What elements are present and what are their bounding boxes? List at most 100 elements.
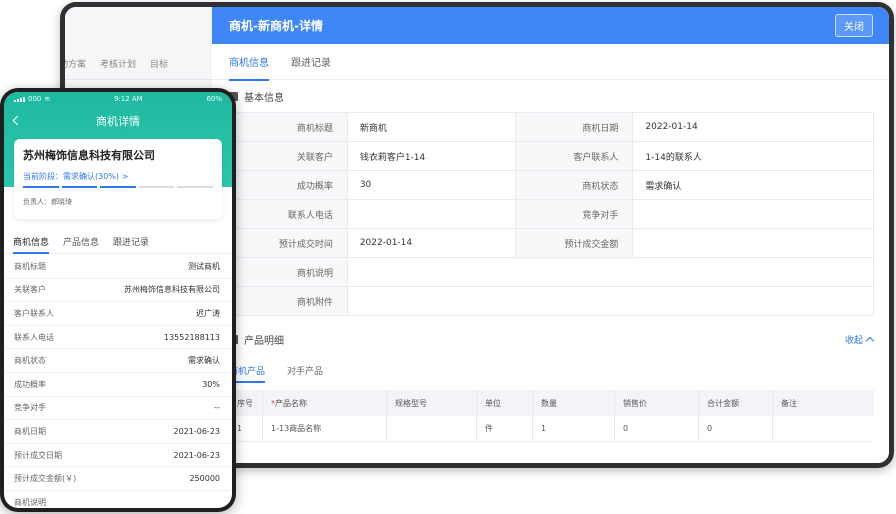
progress-segment [61,186,98,188]
field-value [348,258,874,287]
field-value: 苏州梅饰信息科技有限公司 [124,285,220,295]
background-tab[interactable]: 动方案 [65,57,86,77]
field-value: 需求确认 [633,171,874,200]
table-cell: 0 [615,416,699,441]
signal-icon [14,96,25,102]
table-header-row: 序号 * 产品名称 规格型号 单位 数量 销售价 合计金额 备注 [229,390,874,416]
field-value: 新商机 [347,113,516,142]
background-tab[interactable]: 考核计划 [100,57,136,77]
field-label: 商机说明 [14,497,46,507]
field-value: 钱衣莉客户1-14 [347,142,516,171]
battery-label: 60% [206,95,222,103]
table-cell: 0 [699,416,773,441]
list-item: 商机状态 需求确认 [4,349,232,373]
chevron-up-icon [865,336,875,345]
list-item: 商机标题 测试商机 [4,255,232,279]
field-value: 需求确认 [188,356,220,366]
panel-header: 商机-新商机-详情 关闭 [212,7,889,44]
tab-product-info[interactable]: 产品信息 [63,230,99,253]
progress-segment [100,186,136,188]
field-value: 2021-06-23 [173,450,221,460]
field-label: 竞争对手 [14,403,46,413]
field-list: 商机标题 测试商机 关联客户 苏州梅饰信息科技有限公司 客户联系人 迟广涛 联系人电话… [4,255,232,508]
product-section-header: 产品明细 收起 [212,322,889,356]
field-label: 预计成交日期 [14,450,62,460]
field-value: 13552188113 [164,332,220,342]
field-label: 竞争对手 [515,200,634,229]
table-cell [387,416,477,441]
info-row: 关联客户 钱衣莉客户1-14 客户联系人 1-14的联系人 [230,142,874,171]
main-tabs: 商机信息 跟进记录 [212,44,889,81]
list-item: 商机日期 2021-06-23 [4,420,232,444]
field-label: 成功概率 [14,379,46,389]
carrier-label: 000 [28,95,42,103]
field-value: -- [214,403,220,413]
back-arrow-icon[interactable] [12,115,23,126]
list-item: 商机说明 [4,491,232,508]
phone-tabs: 商机信息 产品信息 跟进记录 [4,230,232,254]
field-label: 商机标题 [14,261,46,271]
detail-panel: 商机-新商机-详情 关闭 商机信息 跟进记录 基本信息 商机标题 新商机 商机日… [212,7,889,463]
table-cell: 1-13商品名称 [263,416,387,441]
list-item: 客户联系人 迟广涛 [4,302,232,326]
field-label: 联系人电话 [14,332,54,342]
column-header: 数量 [533,390,615,416]
background-tabs: 动方案 考核计划 目标 [65,57,212,77]
tab-opportunity-info[interactable]: 商机信息 [229,44,269,81]
field-label: 商机状态 [14,356,46,366]
section-title: 基本信息 [244,92,284,104]
clock: 9:12 AM [113,95,143,103]
phone-device: 000 ≋ 9:12 AM 60% 商机详情 苏州梅饰信息科技有限公司 当前阶段… [0,88,236,512]
tab-competitor-products[interactable]: 对手产品 [287,358,323,383]
field-value [347,200,516,229]
column-header: 备注 [781,398,797,408]
column-header: 销售价 [615,390,699,416]
field-value: 测试商机 [188,261,220,271]
info-row: 预计成交时间 2022-01-14 预计成交金额 [230,229,874,258]
field-label: 商机标题 [230,113,348,142]
field-value [633,200,874,229]
tab-follow-up[interactable]: 跟进记录 [113,230,149,253]
product-tabs: 商机产品 对手产品 [212,356,889,384]
column-header: 合计金额 [699,390,773,416]
field-label: 预计成交金额(￥) [14,474,77,484]
company-card[interactable]: 苏州梅饰信息科技有限公司 当前阶段：需求确认(30%) > 负责人：郝晓琦 [14,139,222,219]
background-tab[interactable]: 目标 [150,57,168,77]
status-left: 000 ≋ [14,95,50,103]
field-label: 商机附件 [230,287,348,316]
nav-bar: 商机详情 [4,106,232,136]
field-value: 250000 [189,474,220,484]
status-bar: 000 ≋ 9:12 AM 60% [4,92,232,106]
field-label: 预计成交金额 [515,229,634,258]
field-value: 1-14的联系人 [633,142,874,171]
tab-opportunity-info[interactable]: 商机信息 [13,230,50,254]
field-value: 迟广涛 [196,308,220,318]
collapse-button[interactable]: 收起 [845,333,875,346]
field-value: 30 [347,171,516,200]
table-cell: 件 [477,416,533,441]
column-header: * 产品名称 [263,390,387,416]
field-label: 联系人电话 [230,200,348,229]
section-title: 产品明细 [244,335,284,347]
field-value [348,287,874,316]
info-row: 商机标题 新商机 商机日期 2022-01-14 [230,113,874,142]
page-title: 商机详情 [96,115,140,128]
stage-link[interactable]: 当前阶段：需求确认(30%) > [23,171,213,182]
table-cell [773,416,874,441]
table-row[interactable]: 1 1-13商品名称 件 1 0 0 [229,416,874,442]
list-item: 关联客户 苏州梅饰信息科技有限公司 [4,279,232,303]
table-cell: 1 [533,416,615,441]
basic-info-header: 基本信息 [212,80,889,112]
column-header-label: 产品名称 [275,398,307,408]
tab-follow-up[interactable]: 跟进记录 [291,44,331,79]
progress-segment [177,186,213,188]
progress-segment [23,186,59,188]
field-label: 商机日期 [14,426,46,436]
close-button[interactable]: 关闭 [835,14,873,37]
basic-info-table: 商机标题 新商机 商机日期 2022-01-14 关联客户 钱衣莉客户1-14 … [229,112,874,316]
list-item: 预计成交日期 2021-06-23 [4,444,232,468]
field-value [633,229,874,258]
stage-progress [23,186,213,188]
wifi-icon: ≋ [44,95,51,103]
list-item: 预计成交金额(￥) 250000 [4,467,232,491]
